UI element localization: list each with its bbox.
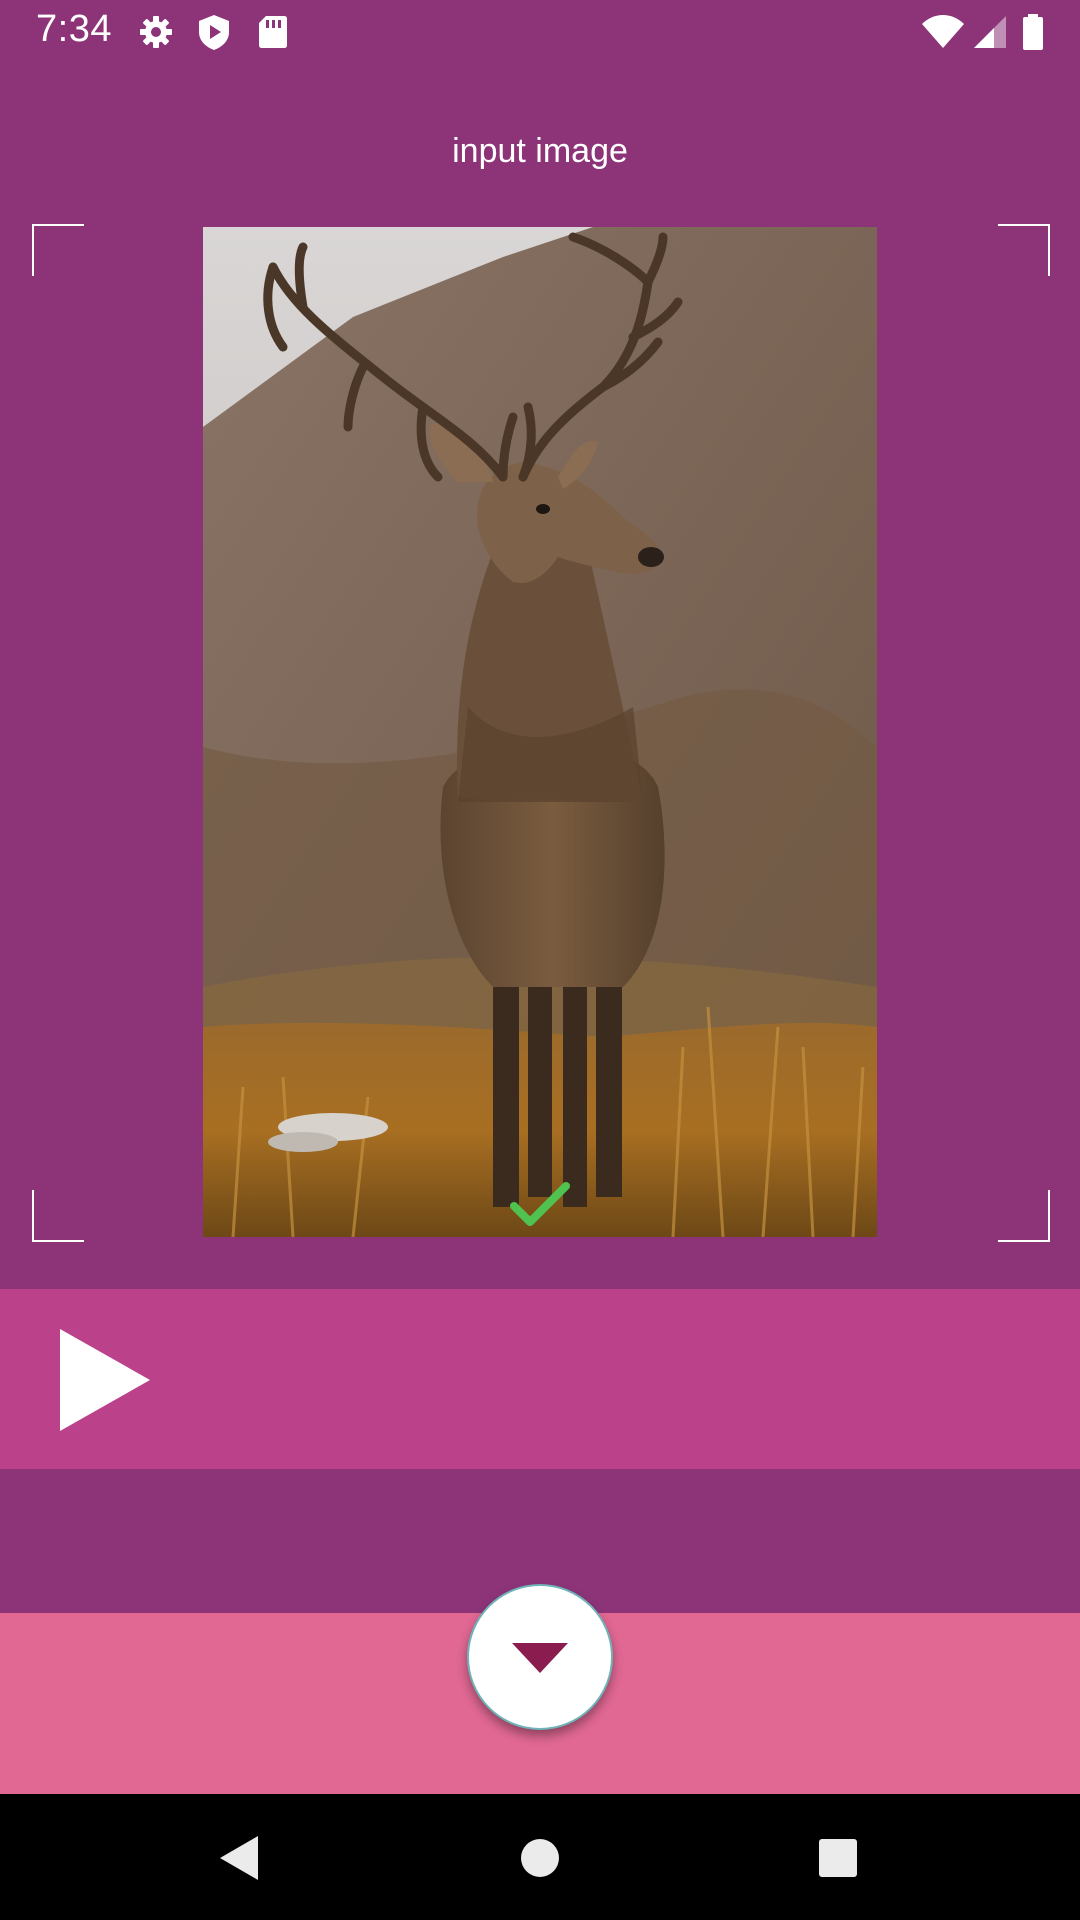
viewfinder-corner-bottom-right (998, 1190, 1050, 1242)
page-title: input image (452, 132, 628, 170)
expand-fab-button[interactable] (467, 1584, 613, 1730)
cellular-signal-icon (970, 12, 1010, 52)
input-image (203, 227, 877, 1237)
wifi-icon (920, 12, 966, 52)
status-time: 7:34 (36, 8, 112, 50)
viewfinder-corner-top-left (32, 224, 84, 276)
shield-play-icon (194, 12, 234, 52)
viewfinder-corner-top-right (998, 224, 1050, 276)
recents-button[interactable] (808, 1828, 868, 1888)
play-icon (60, 1329, 150, 1431)
status-bar: 7:34 (0, 0, 1080, 64)
app-screen: 7:34 input image (0, 0, 1080, 1920)
play-button[interactable] (52, 1325, 162, 1435)
back-triangle-icon (220, 1836, 258, 1880)
sd-card-icon (252, 12, 292, 52)
home-circle-icon (521, 1839, 559, 1877)
play-bar (0, 1289, 1080, 1469)
viewfinder-corner-bottom-left (32, 1190, 84, 1242)
checkmark-icon (510, 1180, 570, 1230)
triangle-down-icon (510, 1641, 570, 1675)
gear-icon (136, 12, 176, 52)
recents-square-icon (819, 1839, 857, 1877)
system-nav-bar (0, 1794, 1080, 1920)
home-button[interactable] (510, 1828, 570, 1888)
battery-icon (1018, 12, 1048, 52)
back-button[interactable] (210, 1828, 270, 1888)
